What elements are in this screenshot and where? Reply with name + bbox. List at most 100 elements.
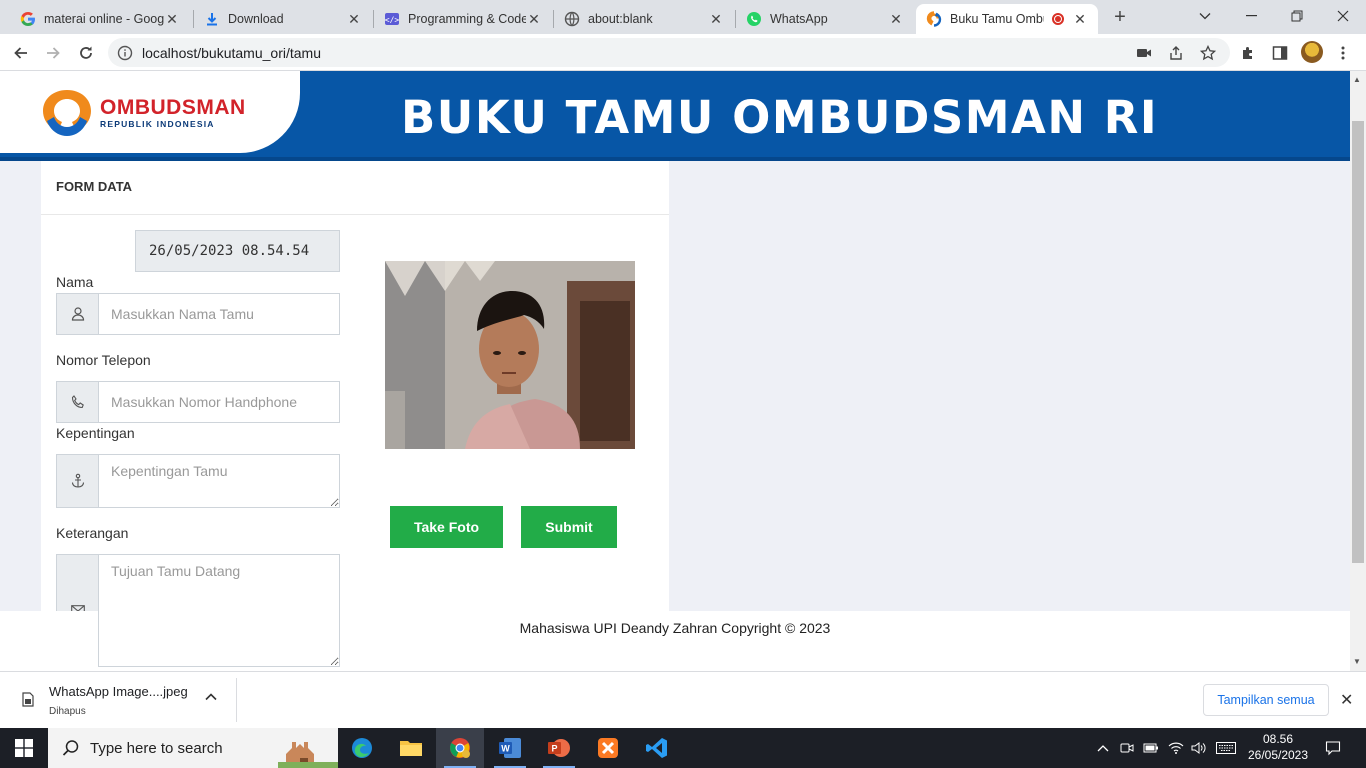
tab-whatsapp[interactable]: WhatsApp ✕	[736, 4, 914, 34]
tab-download[interactable]: Download ✕	[194, 4, 372, 34]
edge-icon	[352, 738, 372, 758]
arrow-right-icon	[47, 47, 60, 59]
tab-title: materai online - Goog	[44, 12, 164, 26]
keterangan-textarea[interactable]	[98, 554, 340, 667]
taskbar-search[interactable]: Type here to search	[48, 728, 338, 768]
close-icon[interactable]: ✕	[164, 11, 180, 28]
nama-input[interactable]	[98, 293, 340, 335]
close-icon	[1337, 10, 1349, 22]
tab-search-button[interactable]	[1182, 0, 1228, 32]
scroll-down-icon[interactable]: ▼	[1353, 657, 1361, 666]
chevron-up-icon[interactable]	[205, 690, 217, 704]
browser-toolbar: localhost/bukutamu_ori/tamu	[0, 34, 1366, 71]
tab-about-blank[interactable]: about:blank ✕	[554, 4, 734, 34]
kepentingan-textarea[interactable]	[98, 454, 340, 508]
close-window-button[interactable]	[1320, 0, 1366, 32]
back-button[interactable]	[8, 40, 34, 66]
code-icon: </>	[384, 11, 400, 27]
tab-materai-online[interactable]: materai online - Goog ✕	[10, 4, 190, 34]
close-icon[interactable]: ✕	[1072, 11, 1088, 28]
search-highlight-icon	[278, 728, 338, 768]
search-icon	[62, 740, 79, 756]
scrollbar-thumb[interactable]	[1352, 121, 1364, 563]
profile-avatar[interactable]	[1301, 41, 1323, 63]
vscode-icon	[646, 738, 667, 758]
header-banner: OMBUDSMAN REPUBLIK INDONESIA BUKU TAMU O…	[0, 71, 1350, 161]
card-title: FORM DATA	[41, 161, 669, 215]
phone-icon	[56, 381, 98, 423]
keterangan-label: Keterangan	[56, 525, 129, 541]
meet-now-icon[interactable]	[1117, 728, 1137, 768]
person-photo-image	[385, 261, 635, 449]
show-all-downloads-button[interactable]: Tampilkan semua	[1203, 684, 1329, 716]
close-icon[interactable]: ✕	[346, 11, 362, 28]
scroll-up-icon[interactable]: ▲	[1353, 75, 1361, 84]
take-photo-button[interactable]: Take Foto	[390, 506, 503, 548]
wifi-icon[interactable]	[1165, 728, 1187, 768]
telepon-input[interactable]	[98, 381, 340, 423]
close-icon[interactable]: ✕	[888, 11, 904, 28]
whatsapp-icon	[746, 11, 762, 27]
nama-input-group	[56, 293, 340, 335]
minimize-icon	[1245, 15, 1257, 17]
tab-programming-code[interactable]: </> Programming & Code ✕	[374, 4, 552, 34]
share-icon[interactable]	[1166, 43, 1186, 63]
banner-title: BUKU TAMU OMBUDSMAN RI	[401, 91, 1159, 144]
tab-title: Buku Tamu Ombu	[950, 12, 1044, 26]
new-tab-button[interactable]: +	[1108, 6, 1132, 30]
minimize-button[interactable]	[1228, 0, 1274, 32]
bookmark-star-icon[interactable]	[1198, 43, 1218, 63]
kepentingan-input-group	[56, 454, 340, 508]
battery-icon[interactable]	[1141, 728, 1161, 768]
taskbar-file-explorer[interactable]	[387, 728, 435, 768]
taskbar-xampp[interactable]	[584, 728, 632, 768]
close-icon[interactable]: ✕	[526, 11, 542, 28]
webcam-photo	[385, 261, 635, 449]
taskbar-chrome[interactable]	[436, 728, 484, 768]
tab-title: WhatsApp	[770, 12, 828, 26]
user-icon	[56, 293, 98, 335]
close-icon[interactable]: ✕	[708, 11, 724, 28]
svg-text:W: W	[501, 744, 510, 754]
ombudsman-logo-icon	[43, 90, 91, 136]
taskbar-clock[interactable]: 08.56 26/05/2023	[1240, 731, 1316, 763]
page-scrollbar[interactable]: ▲ ▼	[1350, 71, 1366, 671]
taskbar-edge[interactable]	[338, 728, 386, 768]
chevron-up-icon[interactable]	[1093, 728, 1113, 768]
footer-overlay	[56, 611, 98, 667]
svg-text:P: P	[551, 744, 557, 754]
url-text: localhost/bukutamu_ori/tamu	[142, 44, 321, 61]
xampp-icon	[598, 738, 618, 758]
menu-icon[interactable]	[1333, 43, 1353, 63]
browser-tab-strip: materai online - Goog ✕ Download ✕ </> P…	[0, 0, 1366, 34]
taskbar-powerpoint[interactable]: P	[535, 728, 583, 768]
extensions-icon[interactable]	[1238, 43, 1258, 63]
clock-time: 08.56	[1262, 732, 1294, 746]
download-item[interactable]: WhatsApp Image....jpeg Dihapus	[0, 678, 237, 722]
address-bar[interactable]: localhost/bukutamu_ori/tamu	[108, 38, 1230, 67]
start-button[interactable]	[0, 728, 48, 768]
restore-button[interactable]	[1274, 0, 1320, 32]
download-bar: WhatsApp Image....jpeg Dihapus Tampilkan…	[0, 671, 1366, 728]
forward-button[interactable]	[40, 40, 66, 66]
file-icon	[22, 692, 34, 710]
taskbar-vscode[interactable]	[633, 728, 681, 768]
reload-icon	[80, 46, 92, 59]
info-icon[interactable]	[108, 45, 142, 61]
keyboard-icon[interactable]	[1213, 728, 1239, 768]
close-icon[interactable]: ✕	[1340, 690, 1353, 710]
kepentingan-label: Kepentingan	[56, 425, 135, 441]
notifications-icon[interactable]	[1320, 728, 1346, 768]
reload-button[interactable]	[73, 40, 99, 66]
submit-button[interactable]: Submit	[521, 506, 617, 548]
side-panel-icon[interactable]	[1270, 43, 1290, 63]
taskbar-word[interactable]: W	[486, 728, 534, 768]
ombudsman-icon	[926, 11, 942, 27]
google-icon	[20, 11, 36, 27]
camera-icon[interactable]	[1134, 43, 1154, 63]
nama-label: Nama	[56, 274, 94, 290]
tab-buku-tamu[interactable]: Buku Tamu Ombu ✕	[916, 4, 1098, 34]
windows-taskbar: Type here to search W P 08.56 26/05/2023	[0, 728, 1366, 768]
clock-date: 26/05/2023	[1247, 748, 1309, 762]
volume-icon[interactable]	[1189, 728, 1209, 768]
